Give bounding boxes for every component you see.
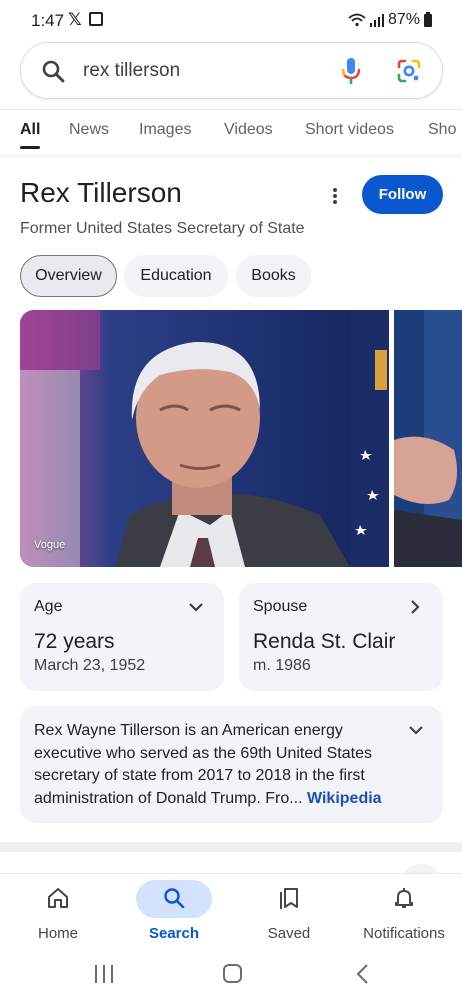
nav-label: Search — [148, 925, 200, 942]
chevron-right-icon — [411, 600, 420, 614]
tabs-shadow — [0, 154, 462, 160]
entity-photo[interactable]: Vogue — [20, 310, 389, 567]
nav-search[interactable]: Search — [124, 874, 224, 954]
description-ellipsis: ... — [289, 789, 303, 807]
search-tabs: All News Images Videos Short videos Sho — [0, 110, 462, 154]
bookmarks-icon — [280, 888, 298, 909]
chevron-down-icon — [189, 603, 203, 612]
search-icon — [164, 888, 185, 909]
fact-value: 72 years — [34, 630, 115, 653]
more-options-icon[interactable] — [328, 186, 342, 208]
follow-button[interactable]: Follow — [362, 175, 443, 214]
tab-news[interactable]: News — [69, 121, 109, 139]
home-button-icon[interactable] — [223, 964, 242, 983]
mic-icon[interactable] — [339, 56, 363, 86]
fact-sub: March 23, 1952 — [34, 657, 146, 674]
second-image — [394, 310, 462, 567]
battery-percent: 87% — [387, 11, 420, 28]
nav-label: Notifications — [363, 925, 445, 942]
tab-images[interactable]: Images — [139, 121, 191, 139]
system-nav-bar — [0, 953, 462, 1000]
nav-label: Home — [37, 925, 78, 942]
fact-label: Spouse — [253, 598, 308, 615]
section-separator — [0, 842, 462, 852]
search-input[interactable]: rex tillerson — [83, 60, 180, 82]
portrait-image — [20, 310, 389, 567]
x-app-icon: 𝕏 — [68, 10, 82, 29]
tab-active-indicator — [20, 146, 40, 149]
image-source-label: Vogue — [34, 539, 66, 551]
gallery-notification-icon — [89, 12, 103, 26]
fact-label: Age — [34, 598, 63, 615]
description-text: Rex Wayne Tillerson is an American energ… — [34, 720, 404, 810]
fact-card-age[interactable]: Age 72 years March 23, 1952 — [20, 583, 224, 691]
entity-subtitle: Former United States Secretary of State — [20, 220, 305, 237]
nav-home[interactable]: Home — [8, 874, 108, 954]
nav-label: Saved — [267, 925, 311, 942]
description-card[interactable]: Rex Wayne Tillerson is an American energ… — [20, 706, 443, 823]
entity-title: Rex Tillerson — [20, 177, 182, 208]
wikipedia-link[interactable]: Wikipedia — [307, 790, 382, 807]
tab-short-videos[interactable]: Short videos — [305, 121, 394, 139]
bell-icon — [395, 888, 413, 908]
battery-icon — [424, 11, 432, 27]
tab-all[interactable]: All — [20, 121, 40, 139]
nav-notifications[interactable]: Notifications — [354, 874, 454, 954]
fact-value: Renda St. Clair — [253, 630, 396, 653]
status-indicators: 87% — [348, 11, 432, 29]
home-icon — [48, 888, 68, 908]
status-bar: 1:47 𝕏 87% — [0, 0, 462, 40]
signal-icon — [369, 13, 384, 27]
entity-photo-2[interactable] — [394, 310, 462, 567]
chip-overview[interactable]: Overview — [20, 255, 117, 297]
search-bar[interactable]: rex tillerson — [20, 42, 443, 99]
bottom-nav: Home Search Saved Notifications — [0, 873, 462, 953]
nav-saved[interactable]: Saved — [239, 874, 339, 954]
status-time: 1:47 — [31, 11, 65, 30]
fact-card-spouse[interactable]: Spouse Renda St. Clair m. 1986 — [239, 583, 443, 691]
tab-shopping[interactable]: Sho — [428, 121, 456, 139]
back-icon[interactable] — [353, 963, 373, 985]
chip-education[interactable]: Education — [124, 255, 228, 297]
wifi-icon — [348, 13, 366, 27]
chevron-down-icon[interactable] — [408, 722, 424, 738]
chip-books[interactable]: Books — [236, 255, 311, 297]
lens-icon[interactable] — [397, 59, 421, 83]
recents-icon[interactable] — [95, 965, 113, 983]
tab-videos[interactable]: Videos — [224, 121, 273, 139]
search-icon — [42, 60, 65, 83]
fact-sub: m. 1986 — [253, 657, 311, 674]
